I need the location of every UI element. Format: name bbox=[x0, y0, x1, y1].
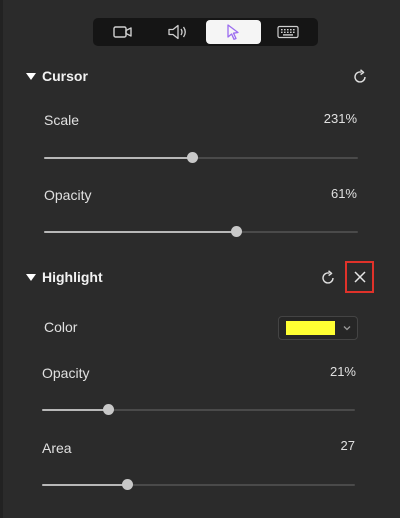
highlight-color-picker[interactable] bbox=[278, 316, 358, 340]
cursor-section-title: Cursor bbox=[42, 68, 88, 84]
reset-icon bbox=[354, 69, 366, 83]
highlight-opacity-label: Opacity bbox=[42, 365, 90, 381]
chevron-down-icon bbox=[343, 326, 351, 331]
tab-video[interactable] bbox=[95, 20, 150, 44]
close-icon bbox=[353, 271, 366, 283]
tab-audio[interactable] bbox=[150, 20, 205, 44]
cursor-scale-slider[interactable] bbox=[44, 152, 358, 164]
highlight-color-label: Color bbox=[44, 319, 78, 335]
inspector-tab-bar bbox=[93, 18, 318, 46]
keyboard-icon bbox=[277, 25, 299, 39]
cursor-opacity-value: 61% bbox=[330, 186, 357, 201]
cursor-section-header[interactable]: Cursor bbox=[0, 66, 400, 90]
highlight-section-header[interactable]: Highlight bbox=[0, 261, 400, 293]
slider-thumb[interactable] bbox=[186, 152, 198, 163]
reset-highlight-button[interactable] bbox=[319, 269, 337, 287]
collapse-triangle-icon[interactable] bbox=[26, 274, 36, 281]
tab-keyboard[interactable] bbox=[261, 20, 316, 44]
speaker-icon bbox=[168, 24, 186, 40]
highlight-section-title: Highlight bbox=[42, 269, 103, 285]
reset-cursor-button[interactable] bbox=[351, 68, 369, 86]
video-camera-icon bbox=[112, 26, 132, 38]
cursor-opacity-slider[interactable] bbox=[44, 226, 358, 238]
cursor-pointer-icon bbox=[227, 24, 239, 40]
slider-thumb[interactable] bbox=[121, 479, 133, 490]
cursor-settings-panel: Cursor Scale 231% Opacity 61% Highlight bbox=[0, 0, 400, 518]
slider-fill bbox=[42, 409, 108, 411]
highlight-area-slider[interactable] bbox=[42, 479, 355, 491]
slider-fill bbox=[44, 231, 236, 233]
slider-thumb[interactable] bbox=[230, 226, 242, 237]
cursor-opacity-label: Opacity bbox=[44, 187, 92, 203]
color-swatch bbox=[286, 321, 335, 335]
highlight-opacity-slider[interactable] bbox=[42, 404, 355, 416]
collapse-triangle-icon[interactable] bbox=[26, 73, 36, 80]
slider-fill bbox=[44, 157, 192, 159]
cursor-scale-value: 231% bbox=[323, 111, 357, 126]
highlight-opacity-value: 21% bbox=[329, 364, 356, 379]
highlight-area-label: Area bbox=[42, 440, 72, 456]
slider-fill bbox=[42, 484, 127, 486]
remove-highlight-button[interactable] bbox=[345, 261, 374, 293]
highlight-area-value: 27 bbox=[340, 438, 355, 453]
slider-thumb[interactable] bbox=[102, 404, 114, 415]
reset-icon bbox=[322, 270, 334, 284]
tab-cursor[interactable] bbox=[205, 20, 261, 44]
cursor-scale-label: Scale bbox=[44, 112, 80, 128]
